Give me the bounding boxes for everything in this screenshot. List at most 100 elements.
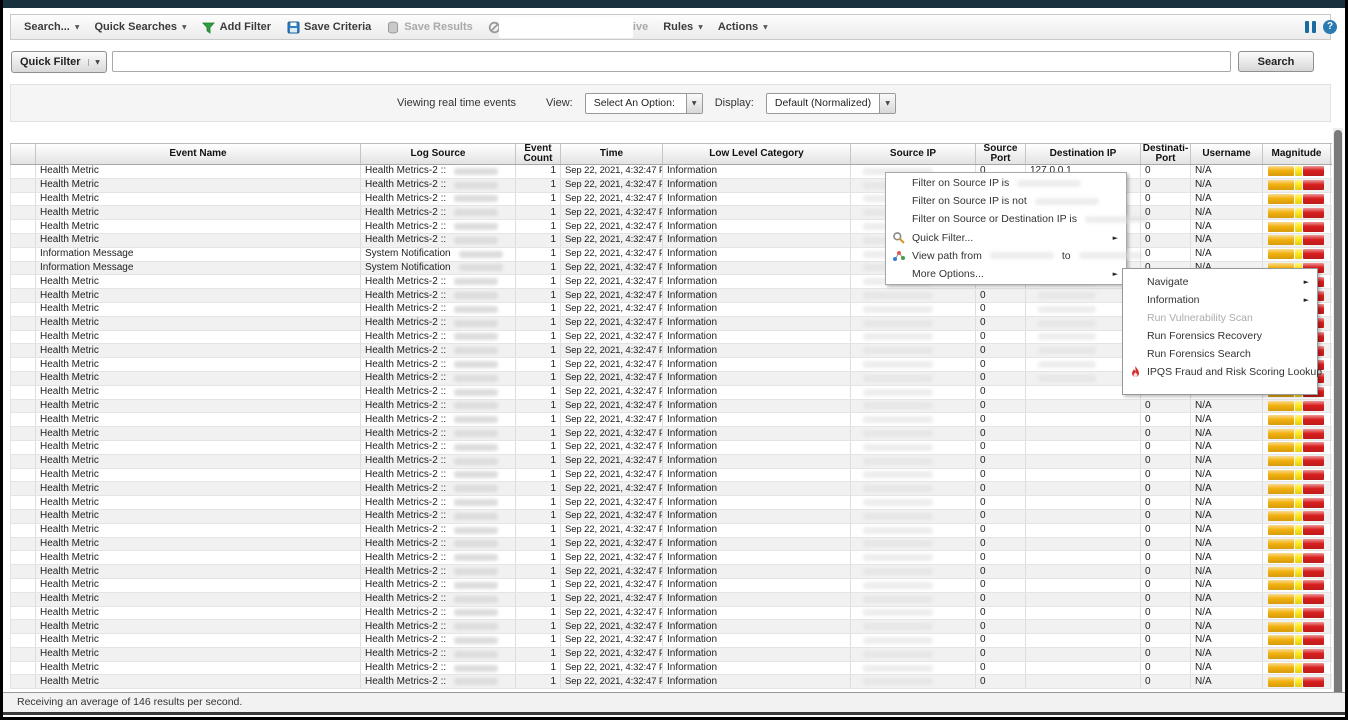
table-row[interactable]: Health MetricHealth Metrics-2 ::1Sep 22,… <box>11 427 1332 441</box>
column-header-username[interactable]: Username <box>1191 144 1263 164</box>
magnitude-segment-gold <box>1268 429 1294 439</box>
cell-source_ip <box>851 510 976 523</box>
cell-source_port: 0 <box>976 648 1026 661</box>
column-header-time[interactable]: Time <box>561 144 663 164</box>
menu-item-information[interactable]: Information► <box>1123 291 1317 309</box>
cell-text: Health Metric <box>40 441 99 453</box>
display-select[interactable]: Default (Normalized) ▼ <box>766 93 896 114</box>
cell-time: Sep 22, 2021, 4:32:47 PM <box>561 206 663 219</box>
cell-magnitude <box>1263 593 1331 606</box>
column-header-source_port[interactable]: Source Port <box>976 144 1026 164</box>
cell-source_port: 0 <box>976 441 1026 454</box>
table-row[interactable]: Health MetricHealth Metrics-2 ::1Sep 22,… <box>11 565 1332 579</box>
menu-item-navigate[interactable]: Navigate► <box>1123 273 1317 291</box>
cell-log_source: Health Metrics-2 :: <box>361 234 516 247</box>
search-button[interactable]: Search <box>1238 51 1314 72</box>
table-row[interactable]: Health MetricHealth Metrics-2 ::1Sep 22,… <box>11 510 1332 524</box>
cell-destination_ip <box>1026 496 1141 509</box>
table-row[interactable]: Health MetricHealth Metrics-2 ::1Sep 22,… <box>11 551 1332 565</box>
column-header-magnitude[interactable]: Magnitude <box>1263 144 1331 164</box>
menu-item-more-options[interactable]: More Options...► <box>886 265 1126 283</box>
menu-item-run-forensics-recovery[interactable]: Run Forensics Recovery <box>1123 327 1317 345</box>
table-row[interactable]: Health MetricHealth Metrics-2 ::1Sep 22,… <box>11 193 1332 207</box>
column-header-category[interactable]: Low Level Category <box>663 144 851 164</box>
redacted-text <box>1035 198 1099 205</box>
table-row[interactable]: Health MetricHealth Metrics-2 ::1Sep 22,… <box>11 607 1332 621</box>
column-header-source_ip[interactable]: Source IP <box>851 144 976 164</box>
table-row[interactable]: Health MetricHealth Metrics-2 ::1Sep 22,… <box>11 179 1332 193</box>
table-row[interactable]: Health MetricHealth Metrics-2 ::1Sep 22,… <box>11 662 1332 676</box>
view-select[interactable]: Select An Option: ▼ <box>585 93 703 114</box>
table-row[interactable]: Health MetricHealth Metrics-2 ::1Sep 22,… <box>11 593 1332 607</box>
chevron-down-icon[interactable]: ▼ <box>686 94 702 113</box>
menu-item-filter-on-source-ip-is[interactable]: Filter on Source IP is <box>886 174 1126 192</box>
column-header-event_name[interactable]: Event Name <box>36 144 361 164</box>
scrollbar-thumb[interactable] <box>1334 130 1342 708</box>
table-row[interactable]: Health MetricHealth Metrics-2 ::1Sep 22,… <box>11 234 1332 248</box>
column-header-log_source[interactable]: Log Source <box>361 144 516 164</box>
cell-text: 0 <box>1145 193 1151 205</box>
table-row[interactable]: Health MetricHealth Metrics-2 ::1Sep 22,… <box>11 165 1332 179</box>
toolbar-item-save-criteria[interactable]: Save Criteria <box>286 21 371 34</box>
menu-item-ipqs-fraud-and-risk-scoring-lookup[interactable]: IPQS Fraud and Risk Scoring Lookup <box>1123 363 1317 381</box>
menu-item-run-forensics-search[interactable]: Run Forensics Search <box>1123 345 1317 363</box>
redacted-text <box>454 596 498 603</box>
redacted-text <box>863 651 933 658</box>
cell-sel <box>11 662 36 675</box>
redacted-text <box>863 527 933 534</box>
toolbar-item-quick-searches[interactable]: Quick Searches▼ <box>94 21 186 33</box>
toolbar-item-add-filter[interactable]: Add Filter <box>202 21 271 34</box>
cell-text: N/A <box>1195 428 1212 440</box>
cell-text: N/A <box>1195 634 1212 646</box>
chevron-down-icon[interactable]: ▼ <box>879 94 895 113</box>
submenu-arrow-icon: ► <box>1304 278 1309 286</box>
table-row[interactable]: Health MetricHealth Metrics-2 ::1Sep 22,… <box>11 496 1332 510</box>
column-header-destination_port[interactable]: Destinati- Port <box>1141 144 1191 164</box>
menu-item-filter-on-source-ip-is-not[interactable]: Filter on Source IP is not <box>886 192 1126 210</box>
menu-item-view-path-from[interactable]: View path fromto <box>886 247 1126 265</box>
cell-text: 1 <box>550 566 556 578</box>
table-row[interactable]: Health MetricHealth Metrics-2 ::1Sep 22,… <box>11 469 1332 483</box>
toolbar-item-actions[interactable]: Actions▼ <box>718 21 768 33</box>
help-icon[interactable]: ? <box>1323 20 1337 34</box>
cell-event_count: 1 <box>516 538 561 551</box>
toolbar-item-rules[interactable]: Rules▼ <box>663 21 703 33</box>
table-row[interactable]: Health MetricHealth Metrics-2 ::1Sep 22,… <box>11 441 1332 455</box>
pause-button[interactable] <box>1305 21 1316 33</box>
table-row[interactable]: Health MetricHealth Metrics-2 ::1Sep 22,… <box>11 579 1332 593</box>
table-row[interactable]: Health MetricHealth Metrics-2 ::1Sep 22,… <box>11 400 1332 414</box>
table-row[interactable]: Health MetricHealth Metrics-2 ::1Sep 22,… <box>11 675 1332 689</box>
column-header-sel[interactable] <box>11 144 36 164</box>
cell-log_source: Health Metrics-2 :: <box>361 496 516 509</box>
cell-time: Sep 22, 2021, 4:32:47 PM <box>561 482 663 495</box>
cell-text: 1 <box>550 497 556 509</box>
table-row[interactable]: Health MetricHealth Metrics-2 ::1Sep 22,… <box>11 413 1332 427</box>
table-row[interactable]: Health MetricHealth Metrics-2 ::1Sep 22,… <box>11 648 1332 662</box>
magnitude-segment-yellow <box>1295 222 1302 232</box>
vertical-scrollbar[interactable] <box>1333 128 1343 712</box>
cell-text: Sep 22, 2021, 4:32:47 PM <box>565 331 663 343</box>
cell-username: N/A <box>1191 634 1263 647</box>
magnitude-segment-red <box>1303 594 1324 604</box>
cell-username: N/A <box>1191 400 1263 413</box>
cell-source_ip <box>851 303 976 316</box>
cell-log_source: Health Metrics-2 :: <box>361 482 516 495</box>
menu-item-quick-filter[interactable]: Quick Filter...► <box>886 229 1126 247</box>
chevron-down-icon[interactable]: ▼ <box>88 59 106 66</box>
menu-item-filter-on-source-or-destination-ip-is[interactable]: Filter on Source or Destination IP is <box>886 210 1126 228</box>
cell-text: Sep 22, 2021, 4:32:47 PM <box>565 662 663 674</box>
table-row[interactable]: Health MetricHealth Metrics-2 ::1Sep 22,… <box>11 634 1332 648</box>
cell-event_count: 1 <box>516 317 561 330</box>
table-row[interactable]: Health MetricHealth Metrics-2 ::1Sep 22,… <box>11 482 1332 496</box>
table-row[interactable]: Health MetricHealth Metrics-2 ::1Sep 22,… <box>11 524 1332 538</box>
table-row[interactable]: Health MetricHealth Metrics-2 ::1Sep 22,… <box>11 538 1332 552</box>
cell-text: 0 <box>1145 483 1151 495</box>
cell-magnitude <box>1263 248 1331 261</box>
column-header-destination_ip[interactable]: Destination IP <box>1026 144 1141 164</box>
table-row[interactable]: Health MetricHealth Metrics-2 ::1Sep 22,… <box>11 620 1332 634</box>
quick-filter-input[interactable] <box>112 51 1231 72</box>
column-header-event_count[interactable]: Event Count <box>516 144 561 164</box>
toolbar-item-search[interactable]: Search...▼ <box>24 21 79 33</box>
table-row[interactable]: Health MetricHealth Metrics-2 ::1Sep 22,… <box>11 455 1332 469</box>
quick-filter-dropdown[interactable]: Quick Filter ▼ <box>11 51 107 73</box>
